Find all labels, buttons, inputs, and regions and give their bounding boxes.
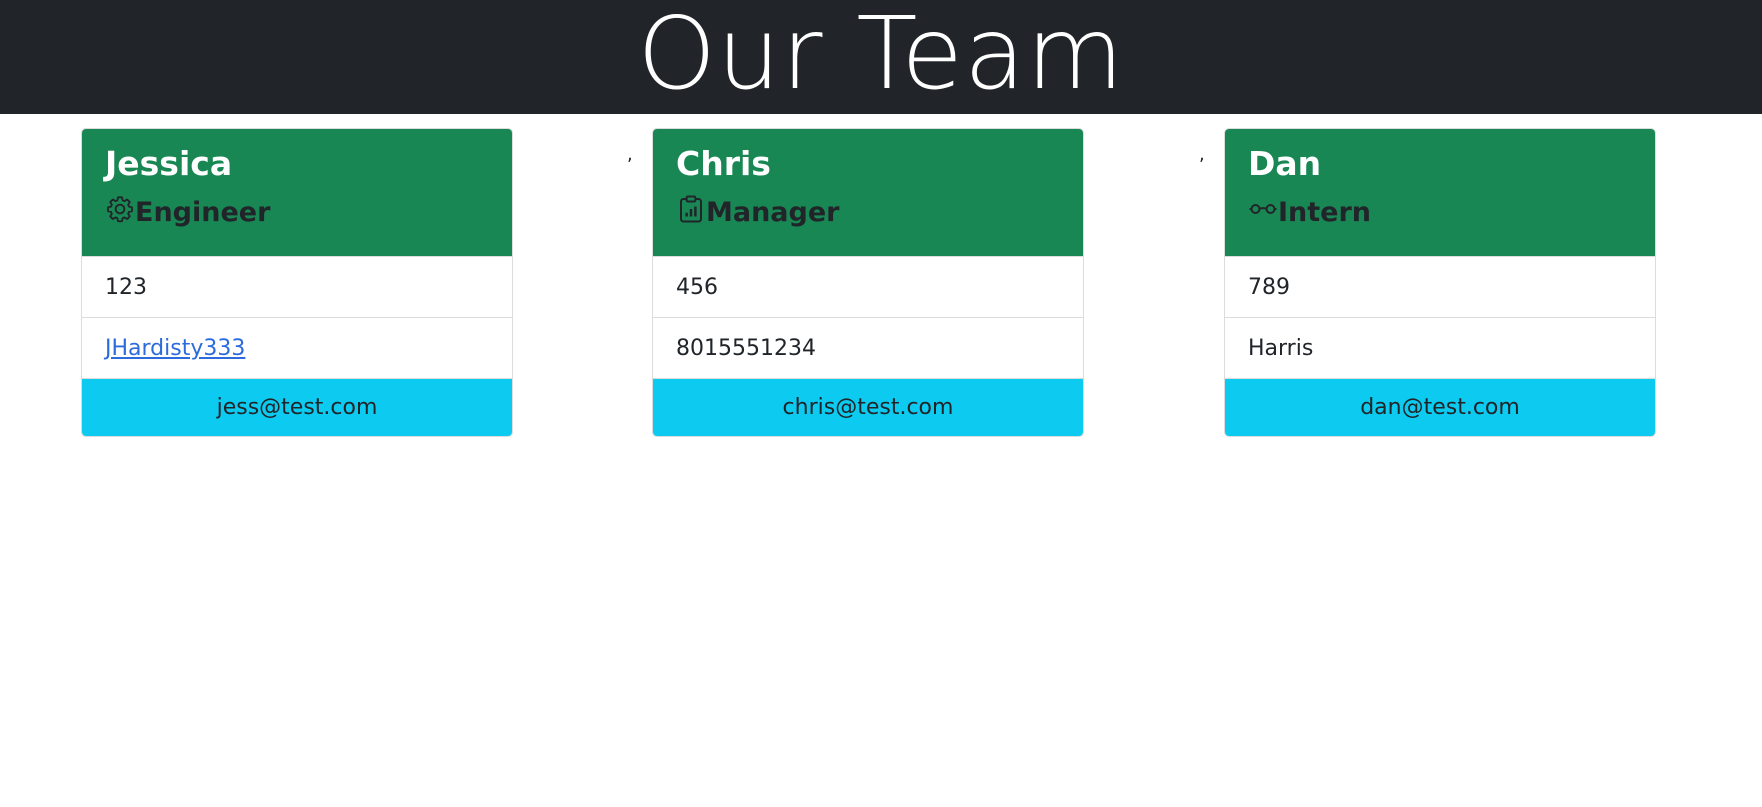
team-card-dan: Dan Intern 789 Harris dan@test.com <box>1224 128 1656 437</box>
role-label: Intern <box>1278 197 1372 228</box>
member-id: 789 <box>1225 256 1655 317</box>
card-header: Dan Intern <box>1225 129 1655 256</box>
clipboard-chart-icon <box>676 194 706 232</box>
card-header: Jessica Engineer <box>82 129 512 256</box>
email-button[interactable]: dan@test.com <box>1225 378 1655 436</box>
member-school: Harris <box>1225 317 1655 378</box>
member-role: Manager <box>676 194 1060 232</box>
member-name: Chris <box>676 144 771 183</box>
member-role: Intern <box>1248 194 1632 232</box>
separator-text: , <box>627 144 633 165</box>
team-card-jessica: Jessica Engineer 123 JHardisty333 jess@t… <box>81 128 513 437</box>
member-office-number: 8015551234 <box>653 317 1083 378</box>
team-card-chris: Chris Manager 456 8015551234 chris@test.… <box>652 128 1084 437</box>
team-cards: Jessica Engineer 123 JHardisty333 jess@t… <box>0 114 1762 807</box>
member-name: Dan <box>1248 144 1322 183</box>
email-button[interactable]: chris@test.com <box>653 378 1083 436</box>
glasses-icon <box>1248 194 1278 232</box>
member-github: JHardisty333 <box>82 317 512 378</box>
github-link[interactable]: JHardisty333 <box>105 336 245 361</box>
gear-icon <box>105 194 135 232</box>
member-role: Engineer <box>105 194 489 232</box>
email-button[interactable]: jess@test.com <box>82 378 512 436</box>
member-id: 456 <box>653 256 1083 317</box>
role-label: Manager <box>706 197 840 228</box>
separator-text: , <box>1199 144 1205 165</box>
member-name: Jessica <box>105 144 233 183</box>
page-header: Our Team <box>0 0 1762 114</box>
member-id: 123 <box>82 256 512 317</box>
card-header: Chris Manager <box>653 129 1083 256</box>
role-label: Engineer <box>135 197 271 228</box>
page-title: Our Team <box>637 0 1125 112</box>
